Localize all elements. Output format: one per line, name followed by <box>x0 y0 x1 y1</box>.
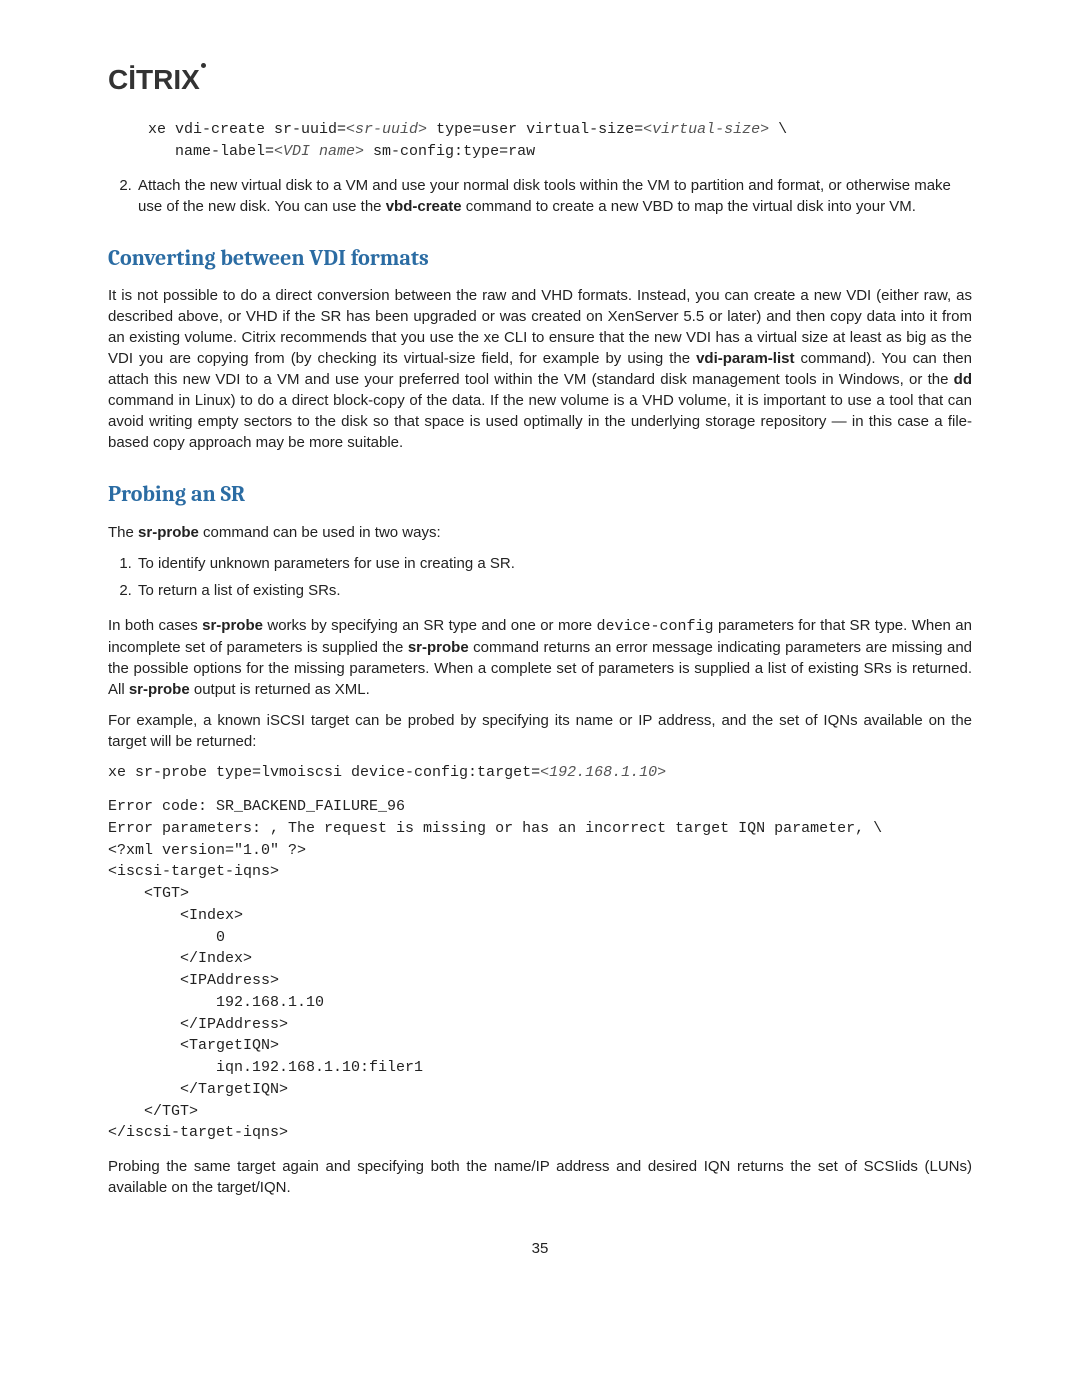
heading-converting: Converting between VDI formats <box>108 243 972 274</box>
para-probing-detail: In both cases sr-probe works by specifyi… <box>108 615 972 700</box>
para-probing-intro: The sr-probe command can be used in two … <box>108 522 972 543</box>
step-list-1: Attach the new virtual disk to a VM and … <box>108 175 972 217</box>
para-probing-example: For example, a known iSCSI target can be… <box>108 710 972 752</box>
citrix-logo: CİTRIX <box>108 60 972 99</box>
logo-dot <box>201 63 206 68</box>
code-block-sr-probe-cmd: xe sr-probe type=lvmoiscsi device-config… <box>108 762 972 784</box>
para-converting: It is not possible to do a direct conver… <box>108 285 972 453</box>
code-block-vdi-create: xe vdi-create sr-uuid=<sr-uuid> type=use… <box>148 119 972 163</box>
probe-way-1: To identify unknown parameters for use i… <box>136 553 972 574</box>
para-probing-followup: Probing the same target again and specif… <box>108 1156 972 1198</box>
probe-ways-list: To identify unknown parameters for use i… <box>108 553 972 601</box>
page-number: 35 <box>108 1238 972 1259</box>
heading-probing: Probing an SR <box>108 479 972 510</box>
step-2: Attach the new virtual disk to a VM and … <box>136 175 972 217</box>
code-block-sr-probe-output: Error code: SR_BACKEND_FAILURE_96 Error … <box>108 796 972 1144</box>
probe-way-2: To return a list of existing SRs. <box>136 580 972 601</box>
